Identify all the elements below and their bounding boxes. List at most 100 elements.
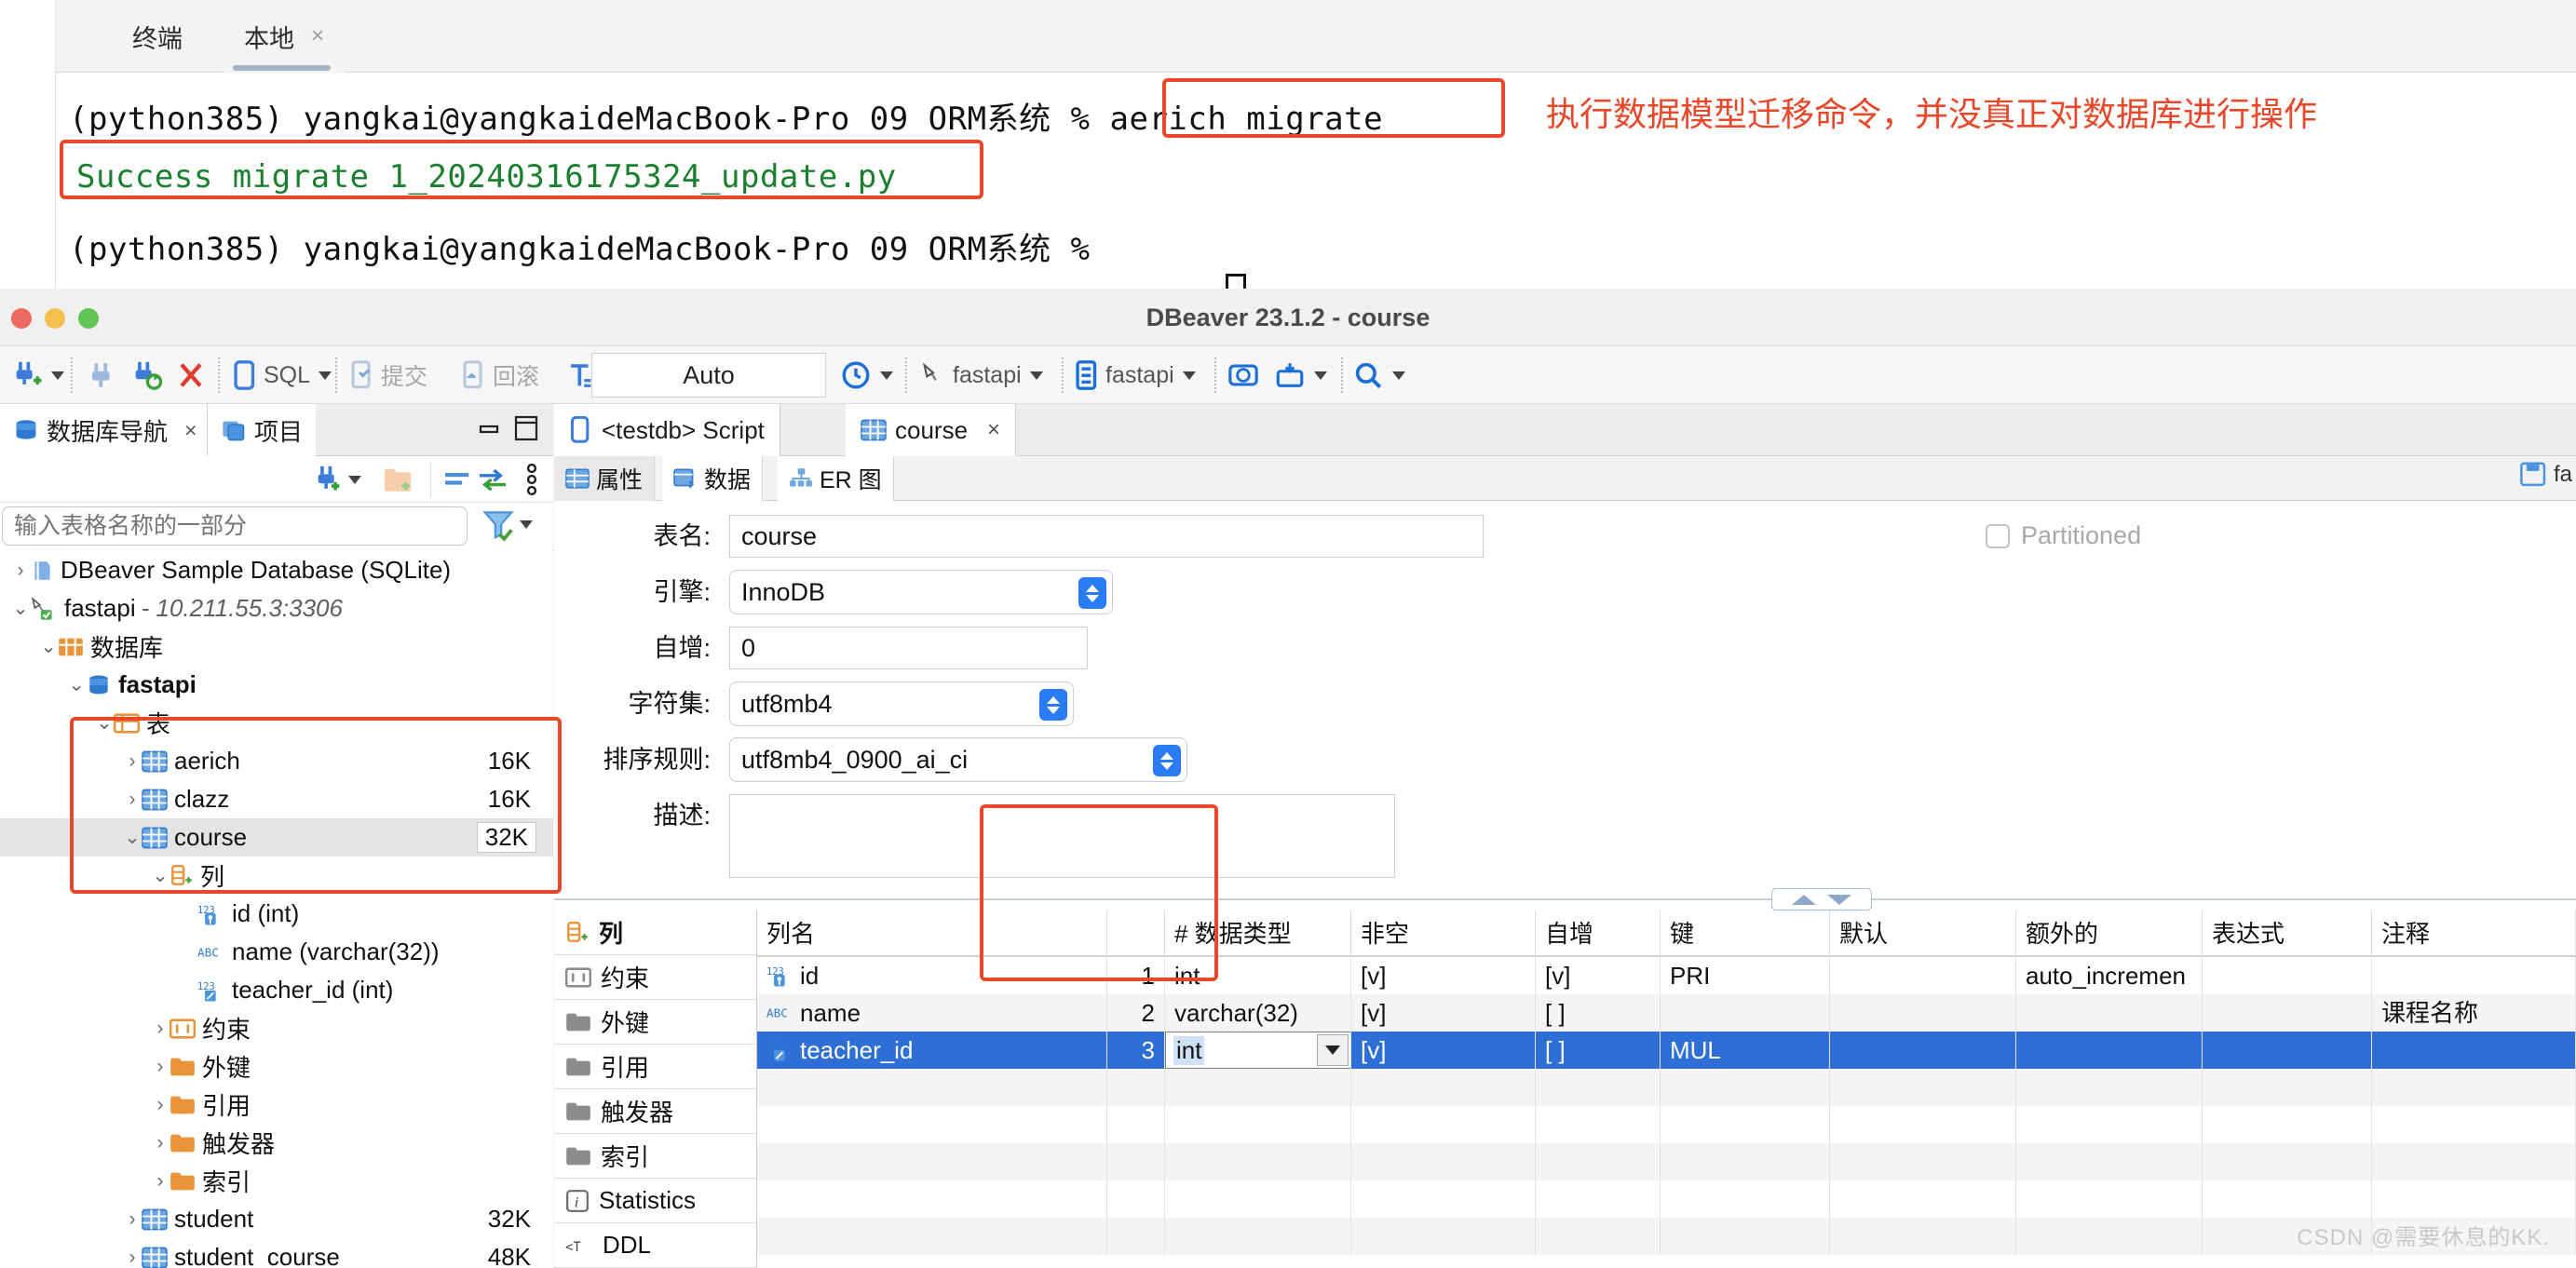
chevron-down-icon[interactable]: ⌄ [95,711,114,735]
tree-item-student_course[interactable]: › student_course 48K [0,1238,553,1268]
cell-type[interactable]: int [1165,957,1351,994]
table-name-field[interactable]: course [729,515,1484,558]
chevron-right-icon[interactable]: › [151,1132,169,1154]
chevron-down-icon[interactable]: ⌄ [123,826,142,849]
column-header-default[interactable]: 默认 [1830,911,2016,957]
chevron-down-icon[interactable] [1029,371,1043,380]
cell-ord[interactable]: 1 [1107,957,1165,994]
engine-combo[interactable]: InnoDB [729,570,1113,614]
chevron-down-icon[interactable]: ⌄ [151,864,169,887]
link-editor-icon[interactable] [477,462,508,497]
tree-item-[interactable]: ⌄ 表 [0,704,553,742]
search-icon[interactable] [1352,354,1405,397]
chevron-down-icon[interactable]: ⌄ [11,597,30,620]
tree-item-dbeaver-sample-database-sqlite[interactable]: › DBeaver Sample Database (SQLite) [0,551,553,589]
database-selector[interactable]: fastapi [918,354,1043,397]
column-header-comment[interactable]: 注释 [2372,911,2576,957]
cell-comment[interactable] [2372,957,2576,994]
column-header-notnull[interactable]: 非空 [1351,911,1536,957]
chevron-down-icon[interactable] [1314,371,1327,380]
cell-expression[interactable] [2203,994,2372,1032]
search-input[interactable] [2,506,468,546]
schema-selector[interactable]: fastapi [1073,354,1196,397]
partitioned-checkbox-wrapper[interactable]: Partitioned [1986,521,2141,550]
column-header-key[interactable]: 键 [1661,911,1830,957]
filter-icon[interactable] [481,506,533,542]
collapse-up-icon[interactable] [1792,894,1816,905]
connect-icon[interactable] [86,354,117,397]
cell-expression[interactable] [2203,957,2372,994]
cell-type[interactable]: varchar(32) [1165,994,1351,1032]
dashboard-icon[interactable] [1227,354,1259,397]
tree-item-name-varchar-32[interactable]: ABC name (varchar(32)) [0,933,553,971]
refresh-connection-icon[interactable] [130,354,162,397]
spinner-icon[interactable] [1078,577,1106,609]
auto-commit-selector[interactable]: Auto [591,353,826,398]
cell-default[interactable] [1830,957,2016,994]
disconnect-icon[interactable] [175,354,207,397]
cell-expression[interactable] [2203,1032,2372,1069]
data-transfer-icon[interactable] [1274,354,1327,397]
column-header-autoinc[interactable]: 自增 [1536,911,1661,957]
cell-extra[interactable] [2016,1032,2203,1069]
cell-autoinc[interactable]: [ ] [1536,994,1661,1032]
cell-type[interactable] [1165,1032,1351,1069]
spinner-icon[interactable] [1039,689,1067,721]
chevron-down-icon[interactable] [51,371,64,380]
database-tree[interactable]: › DBeaver Sample Database (SQLite) ⌄ fastap… [0,551,553,1268]
terminal-tab-terminal[interactable]: 终端 [112,0,203,73]
tree-item-[interactable]: › 外键 [0,1047,553,1086]
cell-key[interactable]: MUL [1661,1032,1830,1069]
close-icon[interactable]: × [311,23,324,49]
chevron-down-icon[interactable] [348,475,361,484]
tab-data[interactable]: 数据 [662,456,764,501]
tree-item-[interactable]: › 约束 [0,1009,553,1047]
tree-item-[interactable]: ⌄ 列 [0,857,553,895]
cell-autoinc[interactable]: [ ] [1536,1032,1661,1069]
sql-editor-icon[interactable]: SQL [231,354,332,397]
chevron-down-icon[interactable] [520,519,533,529]
columns-grid[interactable]: 列名 # 数据类型 非空 自增键默认 额外的 表达式 注释 123 id 1 int [v] [v] P… [757,911,2576,1268]
chevron-right-icon[interactable]: › [123,750,142,773]
editor-tab-course[interactable]: course × [846,404,1017,456]
table-row[interactable]: 123 teacher_id 3 int [v][ ] MUL [757,1032,2576,1069]
cell-notnull[interactable]: [v] [1351,994,1536,1032]
tab-properties[interactable]: 属性 [554,456,656,501]
rollback-button[interactable]: 回滚 [460,354,539,397]
section-item-[interactable]: 列 [554,911,756,955]
chevron-right-icon[interactable]: › [123,1247,142,1268]
maximize-panel-icon[interactable] [514,415,538,441]
table-row[interactable]: 123 id 1 int [v] [v] PRI auto_incremen [757,957,2576,994]
chevron-down-icon[interactable] [319,371,332,380]
tree-item-student[interactable]: › student 32K [0,1200,553,1238]
view-menu-icon[interactable] [523,462,540,497]
splitter-handle[interactable] [1771,888,1872,911]
chevron-down-icon[interactable]: ⌄ [67,673,86,696]
tree-item-[interactable]: › 索引 [0,1162,553,1200]
commit-button[interactable]: 提交 [348,354,427,397]
section-item-[interactable]: 约束 [554,955,756,1000]
cell-extra[interactable] [2016,994,2203,1032]
tree-item-id-int[interactable]: 123 id (int) [0,895,553,933]
close-icon[interactable]: × [987,417,1000,443]
cell-default[interactable] [1830,1032,2016,1069]
tab-projects[interactable]: 项目 [207,404,317,456]
chevron-right-icon[interactable]: › [123,789,142,811]
tree-item-[interactable]: ⌄ 数据库 [0,627,553,666]
collapse-all-icon[interactable] [430,462,474,497]
chevron-right-icon[interactable]: › [151,1170,169,1193]
tree-item-teacher_id-int[interactable]: 123 teacher_id (int) [0,971,553,1009]
editor-sub-tabs-actions[interactable]: fa [2520,462,2572,488]
chevron-right-icon[interactable]: › [151,1018,169,1040]
chevron-right-icon[interactable]: › [151,1056,169,1078]
section-item-[interactable]: 索引 [554,1134,756,1179]
cell-key[interactable]: PRI [1661,957,1830,994]
section-item-[interactable]: 外键 [554,1000,756,1045]
section-item-ddl[interactable]: <T DDL [554,1223,756,1268]
column-header-ord[interactable] [1107,911,1165,957]
cell-name[interactable]: 123 teacher_id [757,1032,1107,1069]
cell-comment[interactable]: 课程名称 [2372,994,2576,1032]
save-icon[interactable] [2520,462,2548,488]
cell-default[interactable] [1830,994,2016,1032]
table-sections-list[interactable]: 列约束 外键 引用 触发器 索引 i Statistics <T DDL [554,911,757,1268]
